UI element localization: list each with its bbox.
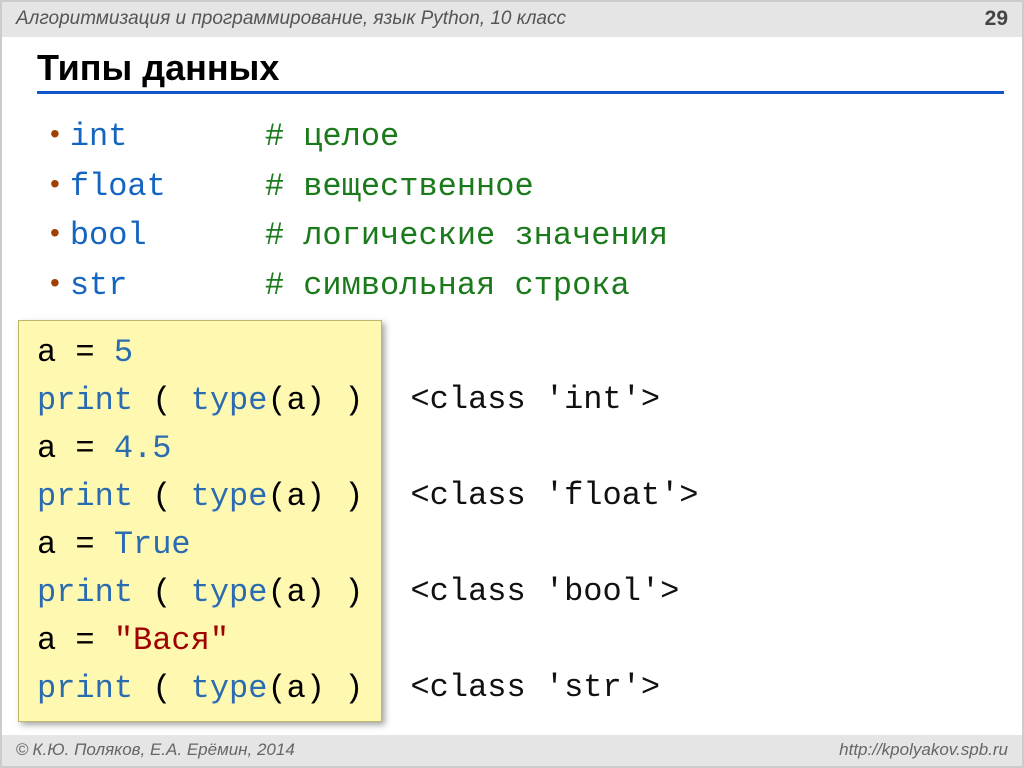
code-line: print ( type(a) ) xyxy=(37,377,363,425)
footer-bar: ©К.Ю. Поляков, Е.А. Ерёмин, 2014 http://… xyxy=(2,735,1022,766)
type-comment: # символьная строка xyxy=(265,261,630,311)
content-area: Типы данных • int # целое • float # веще… xyxy=(2,37,1022,735)
type-row-bool: • bool # логические значения xyxy=(50,211,1004,261)
bullet-icon: • xyxy=(50,219,60,247)
type-comment: # логические значения xyxy=(265,211,668,261)
type-keyword: int xyxy=(70,112,265,162)
type-row-str: • str # символьная строка xyxy=(50,261,1004,311)
output-spacer xyxy=(410,616,698,664)
bullet-icon: • xyxy=(50,120,60,148)
output-line: <class 'int'> xyxy=(410,376,698,424)
footer-copyright: ©К.Ю. Поляков, Е.А. Ерёмин, 2014 xyxy=(16,740,295,760)
slide-page: Алгоритмизация и программирование, язык … xyxy=(0,0,1024,768)
output-line: <class 'bool'> xyxy=(410,568,698,616)
header-bar: Алгоритмизация и программирование, язык … xyxy=(2,2,1022,37)
bullet-icon: • xyxy=(50,170,60,198)
output-column: <class 'int'> <class 'float'> <class 'bo… xyxy=(410,320,698,712)
copyright-icon: © xyxy=(16,740,29,759)
bullet-icon: • xyxy=(50,269,60,297)
code-line: a = "Вася" xyxy=(37,617,363,665)
header-subject: Алгоритмизация и программирование, язык … xyxy=(16,8,566,30)
slide-title: Типы данных xyxy=(37,47,1004,94)
code-line: print ( type(a) ) xyxy=(37,473,363,521)
code-line: a = 5 xyxy=(37,329,363,377)
type-keyword: bool xyxy=(70,211,265,261)
code-box: a = 5 print ( type(a) ) a = 4.5 print ( … xyxy=(18,320,382,722)
type-row-float: • float # вещественное xyxy=(50,162,1004,212)
code-line: print ( type(a) ) xyxy=(37,569,363,617)
output-line: <class 'str'> xyxy=(410,664,698,712)
code-line: print ( type(a) ) xyxy=(37,665,363,713)
code-line: a = 4.5 xyxy=(37,425,363,473)
footer-url: http://kpolyakov.spb.ru xyxy=(839,740,1008,760)
page-number: 29 xyxy=(985,7,1008,31)
code-example-row: a = 5 print ( type(a) ) a = 4.5 print ( … xyxy=(40,320,1004,722)
types-list: • int # целое • float # вещественное • b… xyxy=(50,112,1004,310)
output-spacer xyxy=(410,328,698,376)
type-comment: # целое xyxy=(265,112,399,162)
output-line: <class 'float'> xyxy=(410,472,698,520)
type-keyword: str xyxy=(70,261,265,311)
code-line: a = True xyxy=(37,521,363,569)
output-spacer xyxy=(410,520,698,568)
output-spacer xyxy=(410,424,698,472)
type-comment: # вещественное xyxy=(265,162,534,212)
type-row-int: • int # целое xyxy=(50,112,1004,162)
type-keyword: float xyxy=(70,162,265,212)
